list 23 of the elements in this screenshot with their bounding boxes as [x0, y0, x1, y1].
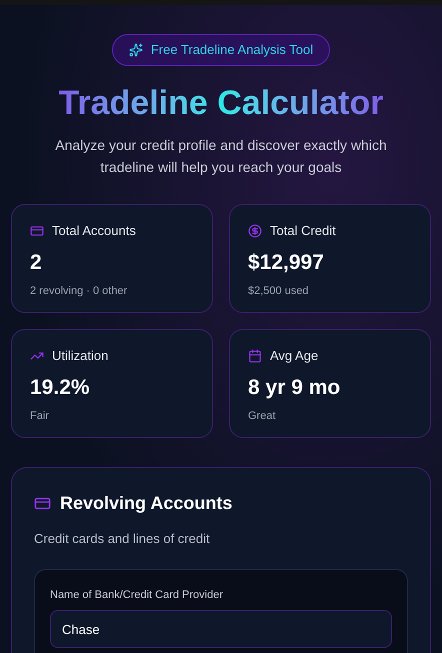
provider-input[interactable]: Chase: [50, 610, 392, 648]
section-title: Revolving Accounts: [60, 492, 232, 515]
field-label: Name of Bank/Credit Card Provider: [50, 588, 224, 602]
card-icon: [30, 224, 44, 238]
stat-value: 8 yr 9 mo: [248, 374, 342, 400]
card-icon: [34, 495, 51, 512]
stat-note: Fair: [30, 408, 50, 424]
stat-label: Avg Age: [270, 347, 318, 365]
calendar-icon: [248, 348, 262, 363]
stat-value: 19.2%: [30, 374, 91, 400]
stat-note: $2,500 used: [248, 284, 310, 298]
stat-value: 2: [30, 250, 43, 276]
dollar-icon: [248, 224, 262, 238]
stat-label: Utilization: [52, 347, 108, 365]
stat-note: 2 revolving · 0 other: [30, 284, 128, 298]
badge-label: Free Tradeline Analysis Tool: [150, 41, 314, 60]
stat-value: $12,997: [248, 250, 325, 276]
section-subtitle: Credit cards and lines of credit: [34, 530, 211, 548]
stat-label: Total Credit: [270, 222, 336, 240]
page-subtitle: Analyze your credit profile and discover exactly which tradeline will help you reach your goals: [54, 136, 388, 177]
stat-label: Total Accounts: [52, 222, 136, 240]
sparkles-icon: [128, 43, 143, 57]
stat-note: Great: [248, 408, 277, 424]
